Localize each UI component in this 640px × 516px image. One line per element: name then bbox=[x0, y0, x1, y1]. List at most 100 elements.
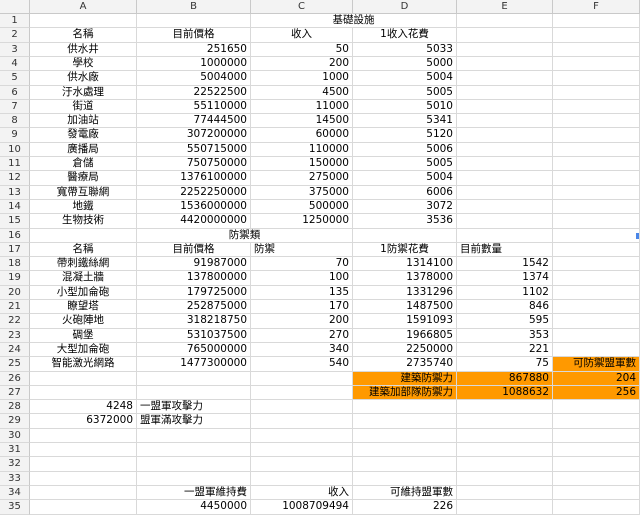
row-header-20[interactable]: 20 bbox=[0, 286, 30, 300]
cell-e5[interactable] bbox=[457, 71, 553, 86]
cell-b12[interactable]: 1376100000 bbox=[137, 171, 251, 186]
cell-b31[interactable] bbox=[137, 443, 251, 457]
cell-c14[interactable]: 500000 bbox=[251, 200, 353, 214]
cell-f22[interactable] bbox=[553, 314, 640, 329]
cell-f19[interactable] bbox=[553, 271, 640, 286]
cell-e11[interactable] bbox=[457, 157, 553, 171]
cell-d8[interactable]: 5341 bbox=[353, 114, 457, 128]
cell-f10[interactable] bbox=[553, 143, 640, 157]
cell-f35[interactable] bbox=[553, 500, 640, 515]
cell-a23[interactable]: 碉堡 bbox=[30, 329, 137, 343]
cell-c22[interactable]: 200 bbox=[251, 314, 353, 329]
cell-f9[interactable] bbox=[553, 128, 640, 143]
cell-d14[interactable]: 3072 bbox=[353, 200, 457, 214]
row-header-24[interactable]: 24 bbox=[0, 343, 30, 357]
cell-e28[interactable] bbox=[457, 400, 553, 414]
cell-e34[interactable] bbox=[457, 486, 553, 500]
cell-d22[interactable]: 1591093 bbox=[353, 314, 457, 329]
row-header-13[interactable]: 13 bbox=[0, 186, 30, 200]
cell-b24[interactable]: 765000000 bbox=[137, 343, 251, 357]
selection-handle[interactable] bbox=[636, 233, 639, 239]
cell-b35[interactable]: 4450000 bbox=[137, 500, 251, 515]
cell-b22[interactable]: 318218750 bbox=[137, 314, 251, 329]
cell-b17[interactable]: 目前價格 bbox=[137, 243, 251, 257]
cell-e1[interactable] bbox=[457, 14, 553, 28]
cell-c7[interactable]: 11000 bbox=[251, 100, 353, 114]
row-header-34[interactable]: 34 bbox=[0, 486, 30, 500]
cell-c21[interactable]: 170 bbox=[251, 300, 353, 314]
cell-e8[interactable] bbox=[457, 114, 553, 128]
cell-c29[interactable] bbox=[251, 414, 353, 429]
cell-d34[interactable]: 可維持盟軍數 bbox=[353, 486, 457, 500]
cell-f26[interactable]: 204 bbox=[553, 372, 640, 386]
cell-d11[interactable]: 5005 bbox=[353, 157, 457, 171]
cell-b16[interactable]: 防禦類 bbox=[137, 229, 353, 243]
cell-a15[interactable]: 生物技術 bbox=[30, 214, 137, 229]
cell-f24[interactable] bbox=[553, 343, 640, 357]
column-header-a[interactable]: A bbox=[30, 0, 137, 14]
cell-e4[interactable] bbox=[457, 57, 553, 71]
row-header-19[interactable]: 19 bbox=[0, 271, 30, 286]
cell-d6[interactable]: 5005 bbox=[353, 86, 457, 100]
cell-e26[interactable]: 867880 bbox=[457, 372, 553, 386]
cell-e33[interactable] bbox=[457, 472, 553, 486]
cell-a30[interactable] bbox=[30, 429, 137, 443]
row-header-1[interactable]: 1 bbox=[0, 14, 30, 28]
cell-e16[interactable] bbox=[457, 229, 553, 243]
cell-a27[interactable] bbox=[30, 386, 137, 400]
cell-a10[interactable]: 廣播局 bbox=[30, 143, 137, 157]
cell-c20[interactable]: 135 bbox=[251, 286, 353, 300]
cell-d27[interactable]: 建築加部隊防禦力 bbox=[353, 386, 457, 400]
cell-b32[interactable] bbox=[137, 457, 251, 472]
cell-c11[interactable]: 150000 bbox=[251, 157, 353, 171]
cell-b21[interactable]: 252875000 bbox=[137, 300, 251, 314]
cell-f33[interactable] bbox=[553, 472, 640, 486]
cell-a3[interactable]: 供水井 bbox=[30, 43, 137, 57]
cell-b7[interactable]: 55110000 bbox=[137, 100, 251, 114]
cell-d25[interactable]: 2735740 bbox=[353, 357, 457, 372]
spreadsheet-grid[interactable]: A B C D E F 1 基礎設施 2 名稱 目前價格 收入 1收入花費 3 供水井 251650 50 503… bbox=[0, 0, 640, 516]
cell-a34[interactable] bbox=[30, 486, 137, 500]
row-header-3[interactable]: 3 bbox=[0, 43, 30, 57]
cell-e7[interactable] bbox=[457, 100, 553, 114]
cell-d9[interactable]: 5120 bbox=[353, 128, 457, 143]
row-header-8[interactable]: 8 bbox=[0, 114, 30, 128]
cell-c33[interactable] bbox=[251, 472, 353, 486]
row-header-12[interactable]: 12 bbox=[0, 171, 30, 186]
cell-a19[interactable]: 混凝土牆 bbox=[30, 271, 137, 286]
cell-a22[interactable]: 火砲陣地 bbox=[30, 314, 137, 329]
row-header-7[interactable]: 7 bbox=[0, 100, 30, 114]
cell-b14[interactable]: 1536000000 bbox=[137, 200, 251, 214]
cell-e19[interactable]: 1374 bbox=[457, 271, 553, 286]
cell-e23[interactable]: 353 bbox=[457, 329, 553, 343]
cell-e12[interactable] bbox=[457, 171, 553, 186]
cell-b19[interactable]: 137800000 bbox=[137, 271, 251, 286]
column-header-c[interactable]: C bbox=[251, 0, 353, 14]
cell-b1[interactable] bbox=[137, 14, 251, 28]
cell-e22[interactable]: 595 bbox=[457, 314, 553, 329]
cell-e15[interactable] bbox=[457, 214, 553, 229]
cell-a25[interactable]: 智能激光網路 bbox=[30, 357, 137, 372]
cell-a21[interactable]: 瞭望塔 bbox=[30, 300, 137, 314]
cell-a1[interactable] bbox=[30, 14, 137, 28]
row-header-25[interactable]: 25 bbox=[0, 357, 30, 372]
cell-f2[interactable] bbox=[553, 28, 640, 43]
cell-b20[interactable]: 179725000 bbox=[137, 286, 251, 300]
cell-c30[interactable] bbox=[251, 429, 353, 443]
cell-b27[interactable] bbox=[137, 386, 251, 400]
cell-a11[interactable]: 倉儲 bbox=[30, 157, 137, 171]
cell-d32[interactable] bbox=[353, 457, 457, 472]
cell-c18[interactable]: 70 bbox=[251, 257, 353, 271]
row-header-32[interactable]: 32 bbox=[0, 457, 30, 472]
cell-f4[interactable] bbox=[553, 57, 640, 71]
cell-f30[interactable] bbox=[553, 429, 640, 443]
cell-d10[interactable]: 5006 bbox=[353, 143, 457, 157]
cell-b18[interactable]: 91987000 bbox=[137, 257, 251, 271]
cell-c15[interactable]: 1250000 bbox=[251, 214, 353, 229]
row-header-22[interactable]: 22 bbox=[0, 314, 30, 329]
cell-a5[interactable]: 供水廠 bbox=[30, 71, 137, 86]
cell-c8[interactable]: 14500 bbox=[251, 114, 353, 128]
cell-f23[interactable] bbox=[553, 329, 640, 343]
cell-a7[interactable]: 街道 bbox=[30, 100, 137, 114]
cell-d16[interactable] bbox=[353, 229, 457, 243]
